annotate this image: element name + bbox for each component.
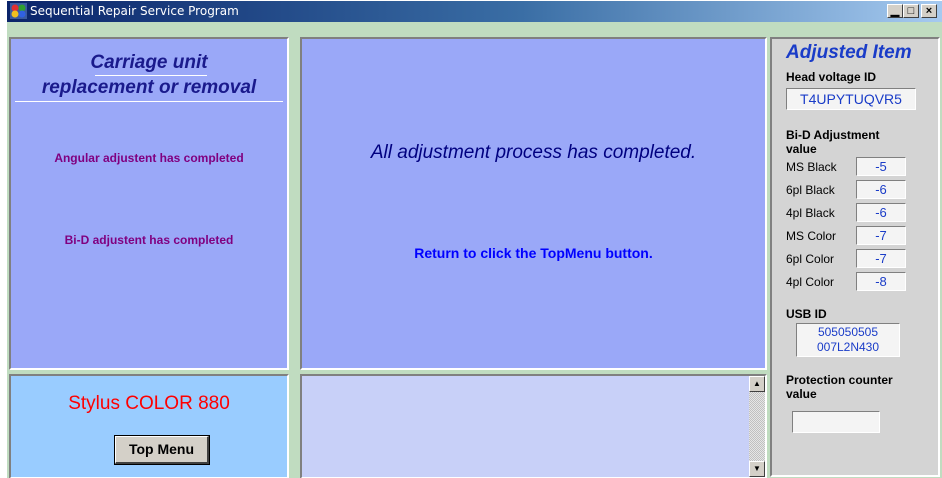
minimize-button[interactable]: ▁: [887, 4, 903, 18]
usb-id-value: 505050505 007L2N430: [796, 323, 900, 357]
angular-status: Angular adjustent has completed: [54, 151, 244, 165]
maximize-button[interactable]: □: [903, 4, 919, 18]
message-panel: All adjustment process has completed. Re…: [300, 37, 767, 370]
bid-status: Bi-D adjustent has completed: [64, 233, 234, 247]
arrow-up-icon: ▲: [753, 379, 761, 388]
bid-row-label: 6pl Color: [786, 252, 835, 266]
client-area: Carriage unit replacement or removal Ang…: [7, 22, 942, 478]
printer-model: Stylus COLOR 880: [68, 393, 230, 414]
procedure-title-line2: replacement or removal: [41, 77, 257, 98]
bid-row-value: -8: [856, 272, 906, 291]
close-icon: ×: [925, 5, 933, 17]
procedure-title-line1: Carriage unit: [90, 52, 208, 73]
title-underline: [15, 101, 283, 102]
window-title: Sequential Repair Service Program: [30, 4, 239, 18]
bid-row-label: 4pl Color: [786, 275, 835, 289]
protection-counter-label-line1: Protection counter: [786, 373, 893, 387]
app-window: Sequential Repair Service Program ▁ □ × …: [6, 0, 942, 478]
usb-id-line2: 007L2N430: [816, 340, 880, 354]
bid-row-value: -7: [856, 249, 906, 268]
bid-row-value: -5: [856, 157, 906, 176]
procedure-panel: Carriage unit replacement or removal Ang…: [9, 37, 289, 370]
adjusted-item-panel: Adjusted Item Head voltage ID T4UPYTUQVR…: [770, 37, 940, 477]
completion-message: All adjustment process has completed.: [370, 142, 697, 163]
bid-row-label: MS Color: [786, 229, 837, 243]
app-icon: [10, 3, 27, 19]
model-panel: Stylus COLOR 880 Top Menu: [9, 374, 289, 478]
bid-row-label: MS Black: [786, 160, 837, 174]
maximize-icon: □: [907, 5, 915, 17]
top-menu-button[interactable]: Top Menu: [114, 435, 210, 465]
scroll-down-button[interactable]: ▼: [749, 461, 765, 477]
head-voltage-value: T4UPYTUQVR5: [786, 88, 916, 110]
vertical-scrollbar[interactable]: ▲ ▼: [749, 376, 765, 477]
protection-counter-value: [792, 411, 880, 433]
bid-adjustment-label-line2: value: [786, 142, 817, 156]
instruction-text: Return to click the TopMenu button.: [414, 245, 653, 261]
adjusted-item-title: Adjusted Item: [786, 42, 912, 63]
title-underline: [95, 75, 207, 76]
scroll-up-button[interactable]: ▲: [749, 376, 765, 392]
bid-adjustment-label-line1: Bi-D Adjustment: [786, 128, 880, 142]
bid-row-value: -7: [856, 226, 906, 245]
bid-row-value: -6: [856, 180, 906, 199]
bid-row-label: 4pl Black: [786, 206, 835, 220]
log-textarea[interactable]: ▲ ▼: [300, 374, 767, 478]
usb-id-line1: 505050505: [817, 325, 879, 339]
minimize-icon: ▁: [890, 5, 900, 17]
close-button[interactable]: ×: [921, 4, 937, 18]
title-bar[interactable]: Sequential Repair Service Program ▁ □ ×: [7, 1, 942, 22]
arrow-down-icon: ▼: [753, 464, 761, 473]
bid-row-value: -6: [856, 203, 906, 222]
protection-counter-label-line2: value: [786, 387, 817, 401]
usb-id-label: USB ID: [786, 307, 827, 321]
bid-row-label: 6pl Black: [786, 183, 835, 197]
head-voltage-label: Head voltage ID: [786, 70, 877, 84]
